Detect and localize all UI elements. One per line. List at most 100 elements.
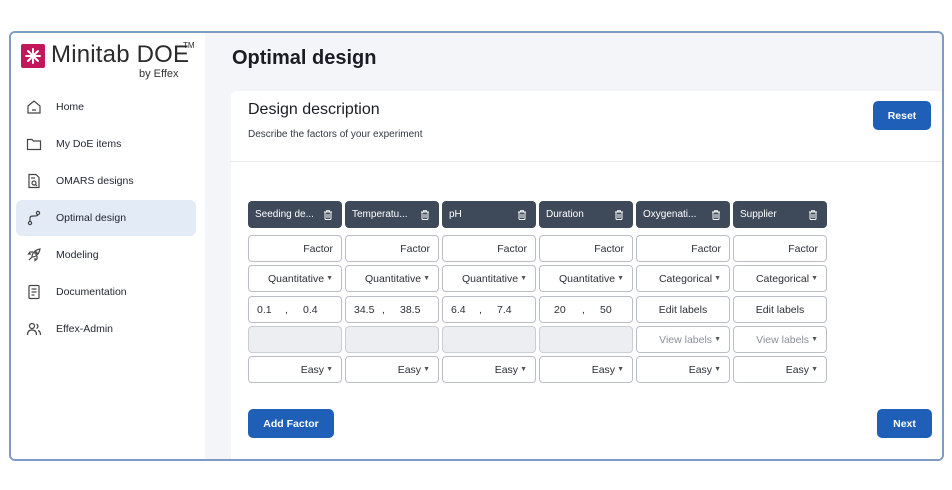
sidebar: Minitab DOE TM by Effex Home My DoE item… <box>11 33 205 459</box>
factor-labels-empty <box>442 326 536 353</box>
chevron-down-icon: ▼ <box>423 275 430 282</box>
document-search-icon <box>26 173 42 189</box>
view-labels-select[interactable]: View labels ▼ <box>636 326 730 353</box>
sidebar-item-label: Modeling <box>56 249 99 261</box>
factor-role-select[interactable]: Factor <box>345 235 439 262</box>
factor-difficulty-select[interactable]: Easy ▼ <box>636 356 730 383</box>
chevron-down-icon: ▼ <box>811 336 818 343</box>
edit-labels-button[interactable]: Edit labels <box>636 296 730 323</box>
sidebar-item-home[interactable]: Home <box>16 89 196 125</box>
low-value: 20 <box>554 303 566 316</box>
chevron-down-icon: ▼ <box>520 366 527 373</box>
difficulty-value: Easy <box>300 363 325 376</box>
chevron-down-icon: ▼ <box>617 366 624 373</box>
type-value: Quantitative <box>268 272 325 285</box>
difficulty-value: Easy <box>397 363 422 376</box>
chevron-down-icon: ▼ <box>326 275 333 282</box>
factor-type-select[interactable]: Categorical ▼ <box>636 265 730 292</box>
sidebar-item-label: Home <box>56 101 85 113</box>
sidebar-item-my-doe-items[interactable]: My DoE items <box>16 126 196 162</box>
next-button[interactable]: Next <box>877 409 932 438</box>
factor-name-header[interactable]: Duration <box>539 201 633 228</box>
factor-name-header[interactable]: Oxygenati... <box>636 201 730 228</box>
view-labels-label: View labels <box>756 333 810 346</box>
trash-icon[interactable] <box>322 209 334 221</box>
factor-name-header[interactable]: pH <box>442 201 536 228</box>
app-window: Minitab DOE TM by Effex Home My DoE item… <box>9 31 944 461</box>
main-content: Optimal design Design description Descri… <box>205 33 942 459</box>
sidebar-item-optimal-design[interactable]: Optimal design <box>16 200 196 236</box>
factor-type-select[interactable]: Quantitative ▼ <box>248 265 342 292</box>
trash-icon[interactable] <box>807 209 819 221</box>
rocket-icon <box>26 247 42 263</box>
low-value: 6.4 <box>451 303 466 316</box>
high-value: 38.5 <box>400 303 421 316</box>
factor-range-input[interactable]: 20, 50 <box>539 296 633 323</box>
factor-type-select[interactable]: Quantitative ▼ <box>539 265 633 292</box>
factor-range-input[interactable]: 0.1, 0.4 <box>248 296 342 323</box>
chevron-down-icon: ▼ <box>714 336 721 343</box>
page-title: Optimal design <box>232 47 377 69</box>
factor-name-header[interactable]: Supplier <box>733 201 827 228</box>
factor-name: Temperatu... <box>352 209 408 220</box>
factor-difficulty-select[interactable]: Easy ▼ <box>733 356 827 383</box>
factor-role-select[interactable]: Factor <box>248 235 342 262</box>
low-value: 34.5 <box>354 303 375 316</box>
factor-role-select[interactable]: Factor <box>733 235 827 262</box>
factor-role-select[interactable]: Factor <box>442 235 536 262</box>
sidebar-nav: Home My DoE items OMARS designs Optimal … <box>16 89 196 348</box>
factor-labels-empty <box>539 326 633 353</box>
role-value: Factor <box>594 242 624 255</box>
factor-name: Duration <box>546 209 584 220</box>
add-factor-button[interactable]: Add Factor <box>248 409 334 438</box>
factor-name: Seeding de... <box>255 209 314 220</box>
edit-labels-button[interactable]: Edit labels <box>733 296 827 323</box>
view-labels-select[interactable]: View labels ▼ <box>733 326 827 353</box>
sidebar-item-modeling[interactable]: Modeling <box>16 237 196 273</box>
divider <box>231 161 942 162</box>
range-separator: , <box>285 303 288 316</box>
factor-type-select[interactable]: Quantitative ▼ <box>442 265 536 292</box>
type-value: Categorical <box>755 272 810 285</box>
trash-icon[interactable] <box>516 209 528 221</box>
sidebar-item-omars-designs[interactable]: OMARS designs <box>16 163 196 199</box>
sidebar-item-documentation[interactable]: Documentation <box>16 274 196 310</box>
high-value: 7.4 <box>497 303 512 316</box>
trash-icon[interactable] <box>419 209 431 221</box>
factor-range-input[interactable]: 34.5, 38.5 <box>345 296 439 323</box>
role-value: Factor <box>691 242 721 255</box>
edit-labels-label: Edit labels <box>755 303 805 316</box>
role-value: Factor <box>788 242 818 255</box>
reset-button[interactable]: Reset <box>873 101 931 130</box>
view-labels-label: View labels <box>659 333 713 346</box>
factor-difficulty-select[interactable]: Easy ▼ <box>345 356 439 383</box>
factor-name: Oxygenati... <box>643 209 697 220</box>
factor-range-input[interactable]: 6.4, 7.4 <box>442 296 536 323</box>
range-separator: , <box>582 303 585 316</box>
factor-name-header[interactable]: Seeding de... <box>248 201 342 228</box>
factor-name-header[interactable]: Temperatu... <box>345 201 439 228</box>
factor-role-select[interactable]: Factor <box>539 235 633 262</box>
sidebar-item-effex-admin[interactable]: Effex-Admin <box>16 311 196 347</box>
minitab-logo-icon <box>21 44 45 68</box>
brand-name: Minitab DOE <box>51 41 190 68</box>
chevron-down-icon: ▼ <box>520 275 527 282</box>
difficulty-value: Easy <box>688 363 713 376</box>
factor-role-select[interactable]: Factor <box>636 235 730 262</box>
factor-difficulty-select[interactable]: Easy ▼ <box>539 356 633 383</box>
high-value: 0.4 <box>303 303 318 316</box>
difficulty-value: Easy <box>785 363 810 376</box>
users-icon <box>26 321 42 337</box>
high-value: 50 <box>600 303 612 316</box>
factor-difficulty-select[interactable]: Easy ▼ <box>248 356 342 383</box>
type-value: Quantitative <box>365 272 422 285</box>
chevron-down-icon: ▼ <box>714 275 721 282</box>
factor-difficulty-select[interactable]: Easy ▼ <box>442 356 536 383</box>
trash-icon[interactable] <box>613 209 625 221</box>
brand-logo: Minitab DOE TM by Effex <box>21 41 201 80</box>
trash-icon[interactable] <box>710 209 722 221</box>
card-subtitle: Describe the factors of your experiment <box>248 129 423 140</box>
factor-type-select[interactable]: Categorical ▼ <box>733 265 827 292</box>
chevron-down-icon: ▼ <box>423 366 430 373</box>
factor-type-select[interactable]: Quantitative ▼ <box>345 265 439 292</box>
